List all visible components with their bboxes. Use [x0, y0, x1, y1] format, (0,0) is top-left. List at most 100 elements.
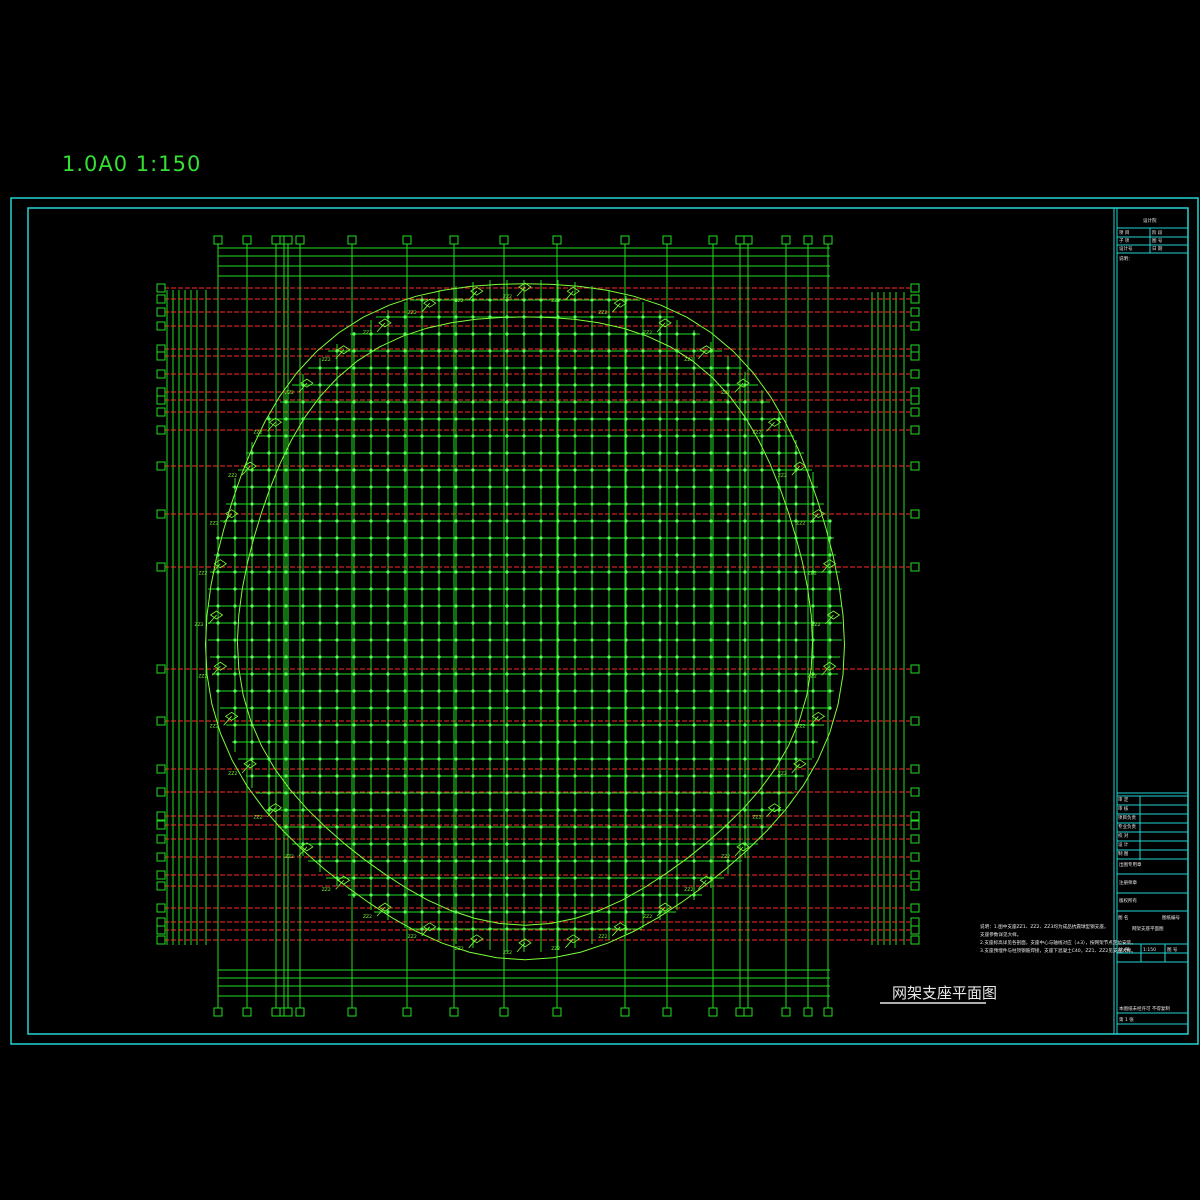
grid-node [607, 434, 611, 438]
grid-node [811, 740, 815, 744]
grid-node [539, 383, 543, 387]
grid-node [607, 808, 611, 812]
grid-node [505, 383, 509, 387]
axis-bubble-left [156, 369, 166, 379]
support-tag: ZZ2 [253, 815, 262, 821]
grid-node [743, 553, 747, 557]
grid-node [556, 332, 560, 336]
grid-node [828, 655, 832, 659]
grid-node [233, 621, 237, 625]
grid-node [692, 587, 696, 591]
grid-node [573, 434, 577, 438]
grid-node [437, 655, 441, 659]
grid-node [760, 451, 764, 455]
grid-node [471, 655, 475, 659]
grid-node [267, 451, 271, 455]
grid-node [709, 757, 713, 761]
grid-node [352, 417, 356, 421]
grid-node [471, 536, 475, 540]
axis-bubble-right [910, 509, 920, 519]
grid-node [556, 672, 560, 676]
grid-node [488, 536, 492, 540]
grid-node [641, 604, 645, 608]
grid-node [488, 808, 492, 812]
grid-node [607, 485, 611, 489]
grid-node [522, 315, 526, 319]
grid-node [403, 638, 407, 642]
grid-node [386, 468, 390, 472]
inner-frame [27, 207, 1189, 1035]
grid-node [488, 876, 492, 880]
grid-node [726, 536, 730, 540]
grid-node [386, 893, 390, 897]
grid-node [267, 774, 271, 778]
grid-node [573, 383, 577, 387]
grid-node [284, 621, 288, 625]
grid-node [828, 570, 832, 574]
grid-node [488, 434, 492, 438]
grid-node [420, 621, 424, 625]
grid-node [267, 655, 271, 659]
grid-node [539, 604, 543, 608]
grid-node [352, 655, 356, 659]
grid-node [522, 774, 526, 778]
grid-node [828, 587, 832, 591]
grid-node [590, 315, 594, 319]
grid-node [250, 587, 254, 591]
support-tag: ZZ2 [808, 571, 817, 577]
grid-node [505, 791, 509, 795]
support-tag: ZZ2 [796, 723, 805, 729]
grid-node [675, 502, 679, 506]
grid-node [318, 774, 322, 778]
grid-node [352, 791, 356, 795]
grid-node [369, 655, 373, 659]
grid-node [301, 587, 305, 591]
grid-node [590, 910, 594, 914]
grid-node [590, 502, 594, 506]
grid-node [556, 349, 560, 353]
grid-node [437, 621, 441, 625]
grid-node [250, 536, 254, 540]
axis-bubble-top [347, 235, 357, 245]
grid-node [471, 366, 475, 370]
grid-node [454, 927, 458, 931]
grid-node [777, 434, 781, 438]
axis-bubble-right [910, 562, 920, 572]
grid-node [522, 383, 526, 387]
axis-bubble-bottom [781, 1007, 791, 1017]
grid-node [573, 332, 577, 336]
grid-node [624, 604, 628, 608]
grid-node [301, 519, 305, 523]
grid-node [420, 689, 424, 693]
grid-node [692, 349, 696, 353]
axis-bubble-top [823, 235, 833, 245]
grid-node [658, 638, 662, 642]
grid-node [726, 740, 730, 744]
grid-node [420, 485, 424, 489]
support-tag: ZZ2 [455, 946, 464, 952]
grid-node [454, 434, 458, 438]
grid-node [233, 672, 237, 676]
grid-node [284, 502, 288, 506]
grid-node [624, 672, 628, 676]
grid-node [828, 706, 832, 710]
grid-node [471, 927, 475, 931]
grid-node [505, 910, 509, 914]
grid-node [777, 604, 781, 608]
grid-node [760, 655, 764, 659]
grid-node [420, 774, 424, 778]
grid-node [794, 774, 798, 778]
grid-node [811, 638, 815, 642]
grid-node [318, 859, 322, 863]
grid-node [437, 434, 441, 438]
grid-node [590, 400, 594, 404]
grid-node [352, 587, 356, 591]
grid-node [658, 383, 662, 387]
axis-bubble-left [156, 834, 166, 844]
grid-node [420, 876, 424, 880]
grid-node [454, 604, 458, 608]
grid-node [437, 553, 441, 557]
grid-node [454, 366, 458, 370]
grid-node [573, 672, 577, 676]
grid-node [454, 349, 458, 353]
